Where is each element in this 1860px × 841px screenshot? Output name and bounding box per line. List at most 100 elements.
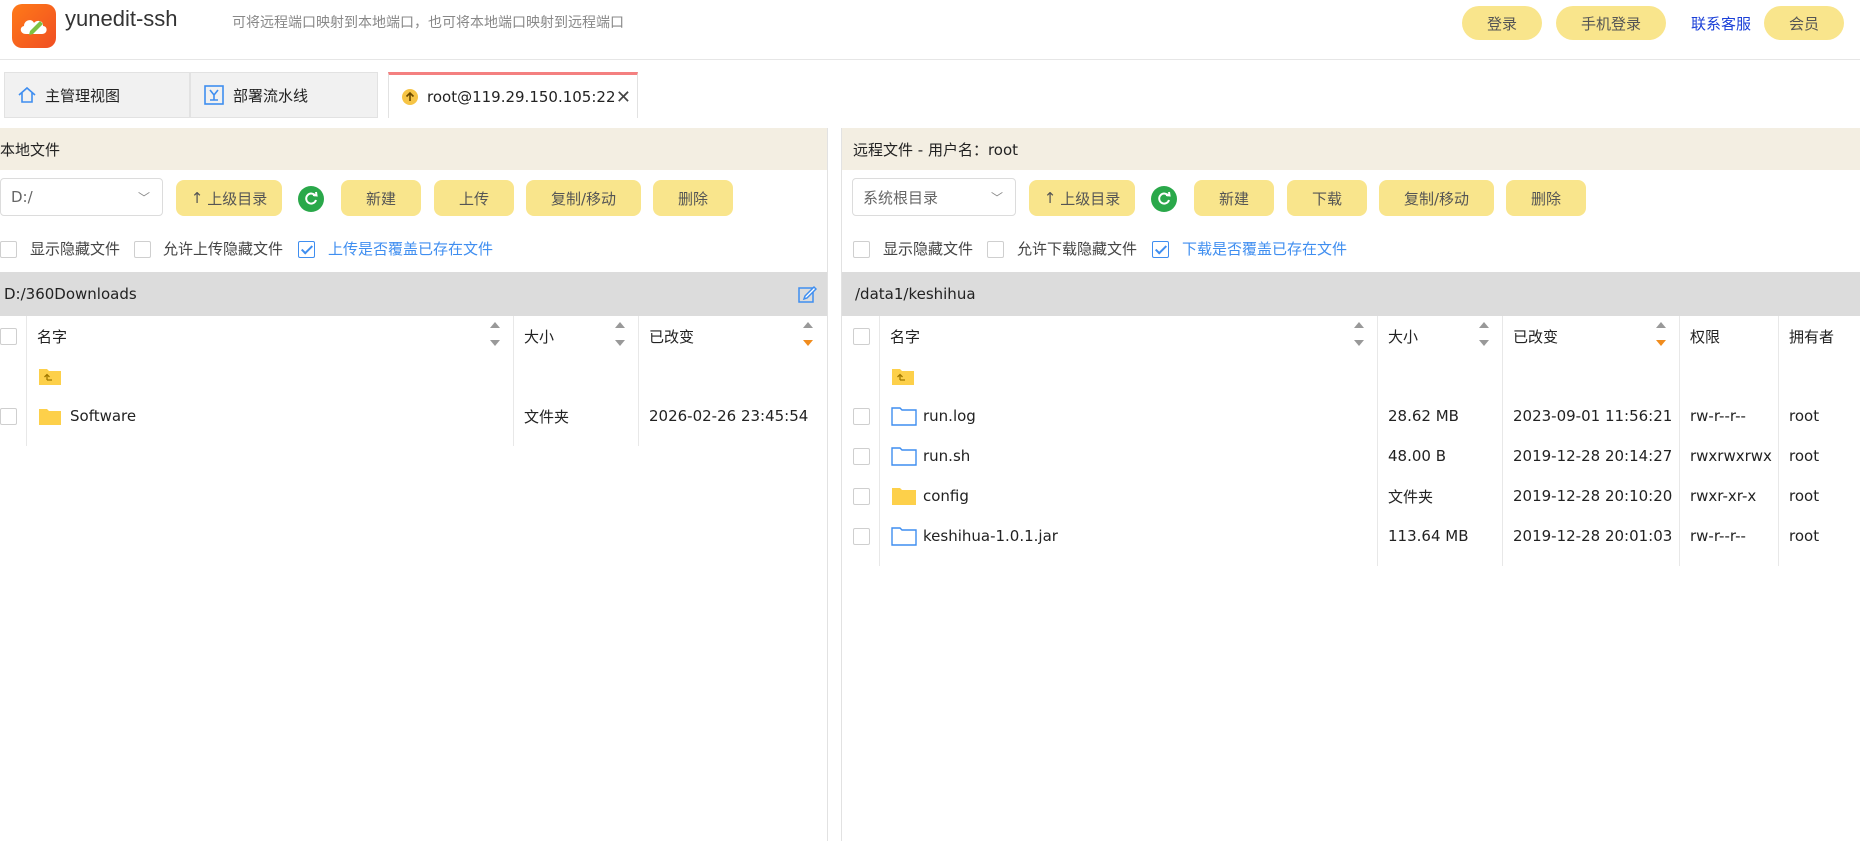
- column-modified[interactable]: 已改变: [649, 316, 694, 356]
- remote-file-table: 名字 大小 已改变 权限 拥有者 run.log 28.62 MB 2023-0…: [842, 316, 1860, 566]
- file-owner: root: [1789, 447, 1820, 465]
- file-modified: 2019-12-28 20:01:03: [1513, 527, 1673, 545]
- parent-folder-icon: [891, 366, 915, 390]
- file-owner: root: [1789, 527, 1820, 545]
- file-size: 文件夹: [1388, 487, 1434, 506]
- top-bar: yunedit-ssh 可将远程端口映射到本地端口，也可将本地端口映射到远程端口…: [0, 0, 1860, 60]
- tab-main-view[interactable]: 主管理视图: [4, 72, 190, 118]
- local-pane-title: 本地文件: [0, 128, 827, 170]
- file-name: run.log: [923, 407, 976, 425]
- remote-new-button[interactable]: 新建: [1194, 180, 1274, 216]
- allow-upload-hidden-checkbox[interactable]: [134, 241, 151, 258]
- row-checkbox[interactable]: [853, 448, 870, 465]
- show-hidden-checkbox[interactable]: [0, 241, 17, 258]
- allow-download-hidden-label: 允许下载隐藏文件: [1017, 240, 1138, 258]
- file-permissions: rwxr-xr-x: [1690, 487, 1757, 505]
- overwrite-upload-checkbox[interactable]: [298, 241, 315, 258]
- file-size: 48.00 B: [1388, 447, 1447, 465]
- remote-root-select[interactable]: 系统根目录 ﹀: [852, 178, 1016, 216]
- table-row-parent[interactable]: [0, 356, 827, 396]
- column-size[interactable]: 大小: [524, 316, 554, 356]
- cloud-pen-icon: [20, 20, 47, 35]
- sort-size-icon[interactable]: [615, 322, 625, 346]
- sort-modified-icon[interactable]: [803, 322, 813, 346]
- file-name: keshihua-1.0.1.jar: [923, 527, 1058, 545]
- support-link[interactable]: 联系客服: [1691, 13, 1751, 34]
- table-row-parent[interactable]: [842, 356, 1860, 396]
- remote-title: 远程文件 - 用户名：root: [853, 140, 1019, 159]
- table-row[interactable]: run.sh 48.00 B 2019-12-28 20:14:27 rwxrw…: [842, 436, 1860, 476]
- remote-options: 显示隐藏文件 允许下载隐藏文件 下载是否覆盖已存在文件: [842, 238, 1860, 260]
- remote-delete-button[interactable]: 删除: [1506, 180, 1586, 216]
- select-all-checkbox[interactable]: [853, 328, 870, 345]
- refresh-icon[interactable]: [298, 186, 324, 212]
- local-toolbar: D:/ ﹀ ↑ 上级目录 新建 上传 复制/移动 删除: [0, 178, 827, 216]
- sort-name-icon[interactable]: [490, 322, 500, 346]
- file-name: Software: [70, 407, 137, 425]
- file-owner: root: [1789, 487, 1820, 505]
- sort-modified-icon[interactable]: [1656, 322, 1666, 346]
- drive-select[interactable]: D:/ ﹀: [0, 178, 163, 216]
- table-row[interactable]: Software 文件夹 2026-02-26 23:45:54: [0, 396, 827, 436]
- overwrite-upload-label: 上传是否覆盖已存在文件: [328, 240, 494, 258]
- download-button[interactable]: 下载: [1287, 180, 1367, 216]
- remote-copy-move-button[interactable]: 复制/移动: [1379, 180, 1494, 216]
- up-label: 上级目录: [207, 189, 268, 208]
- file-icon: [891, 446, 917, 470]
- file-permissions: rw-r--r--: [1690, 407, 1746, 425]
- phone-login-button[interactable]: 手机登录: [1556, 6, 1666, 40]
- row-checkbox[interactable]: [853, 488, 870, 505]
- local-up-button[interactable]: ↑ 上级目录: [176, 180, 282, 216]
- column-owner[interactable]: 拥有者: [1789, 316, 1834, 356]
- parent-folder-icon: [38, 366, 62, 390]
- allow-download-hidden-checkbox[interactable]: [987, 241, 1004, 258]
- row-checkbox[interactable]: [0, 408, 17, 425]
- show-hidden-label: 显示隐藏文件: [883, 240, 974, 258]
- tab-ssh-session[interactable]: root@119.29.150.105:22 ✕: [388, 72, 638, 118]
- select-all-checkbox[interactable]: [0, 328, 17, 345]
- row-checkbox[interactable]: [853, 408, 870, 425]
- tab-label: root@119.29.150.105:22: [427, 87, 616, 106]
- show-hidden-checkbox[interactable]: [853, 241, 870, 258]
- table-row[interactable]: run.log 28.62 MB 2023-09-01 11:56:21 rw-…: [842, 396, 1860, 436]
- table-row[interactable]: config 文件夹 2019-12-28 20:10:20 rwxr-xr-x…: [842, 476, 1860, 516]
- local-copy-move-button[interactable]: 复制/移动: [526, 180, 641, 216]
- overwrite-download-checkbox[interactable]: [1152, 241, 1169, 258]
- file-modified: 2019-12-28 20:10:20: [1513, 487, 1673, 505]
- column-name[interactable]: 名字: [37, 316, 67, 356]
- app-name: yunedit-ssh: [65, 6, 178, 31]
- upload-button[interactable]: 上传: [434, 180, 514, 216]
- column-modified[interactable]: 已改变: [1513, 316, 1558, 356]
- file-owner: root: [1789, 407, 1820, 425]
- file-name: config: [923, 487, 969, 505]
- edit-icon[interactable]: [797, 284, 818, 308]
- column-name[interactable]: 名字: [890, 316, 920, 356]
- remote-root-value: 系统根目录: [863, 188, 939, 207]
- local-pane: 本地文件 D:/ ﹀ ↑ 上级目录 新建 上传 复制/移动 删除 显示隐藏文件 允…: [0, 128, 828, 841]
- tab-bar: 主管理视图 部署流水线 root@119.29.150.105:22 ✕: [0, 72, 1860, 118]
- login-button[interactable]: 登录: [1462, 6, 1542, 40]
- local-new-button[interactable]: 新建: [341, 180, 421, 216]
- drive-value: D:/: [11, 188, 33, 206]
- table-header: 名字 大小 已改变 权限 拥有者: [842, 316, 1860, 566]
- row-checkbox[interactable]: [853, 528, 870, 545]
- refresh-icon[interactable]: [1151, 186, 1177, 212]
- app-logo: [12, 4, 56, 48]
- arrow-up-icon: ↑: [190, 189, 204, 207]
- local-options: 显示隐藏文件 允许上传隐藏文件 上传是否覆盖已存在文件: [0, 238, 827, 260]
- column-permissions[interactable]: 权限: [1690, 316, 1720, 356]
- file-name: run.sh: [923, 447, 971, 465]
- tab-pipeline[interactable]: 部署流水线: [190, 72, 378, 118]
- app-subtitle: 可将远程端口映射到本地端口，也可将本地端口映射到远程端口: [232, 15, 624, 31]
- column-size[interactable]: 大小: [1388, 316, 1418, 356]
- sort-size-icon[interactable]: [1479, 322, 1489, 346]
- close-icon[interactable]: ✕: [616, 87, 631, 108]
- pipeline-icon: [203, 84, 225, 106]
- table-row[interactable]: keshihua-1.0.1.jar 113.64 MB 2019-12-28 …: [842, 516, 1860, 556]
- local-delete-button[interactable]: 删除: [653, 180, 733, 216]
- remote-up-button[interactable]: ↑ 上级目录: [1029, 180, 1135, 216]
- up-label: 上级目录: [1060, 189, 1121, 208]
- sort-name-icon[interactable]: [1354, 322, 1364, 346]
- member-button[interactable]: 会员: [1764, 6, 1844, 40]
- table-header: 名字 大小 已改变: [0, 316, 827, 446]
